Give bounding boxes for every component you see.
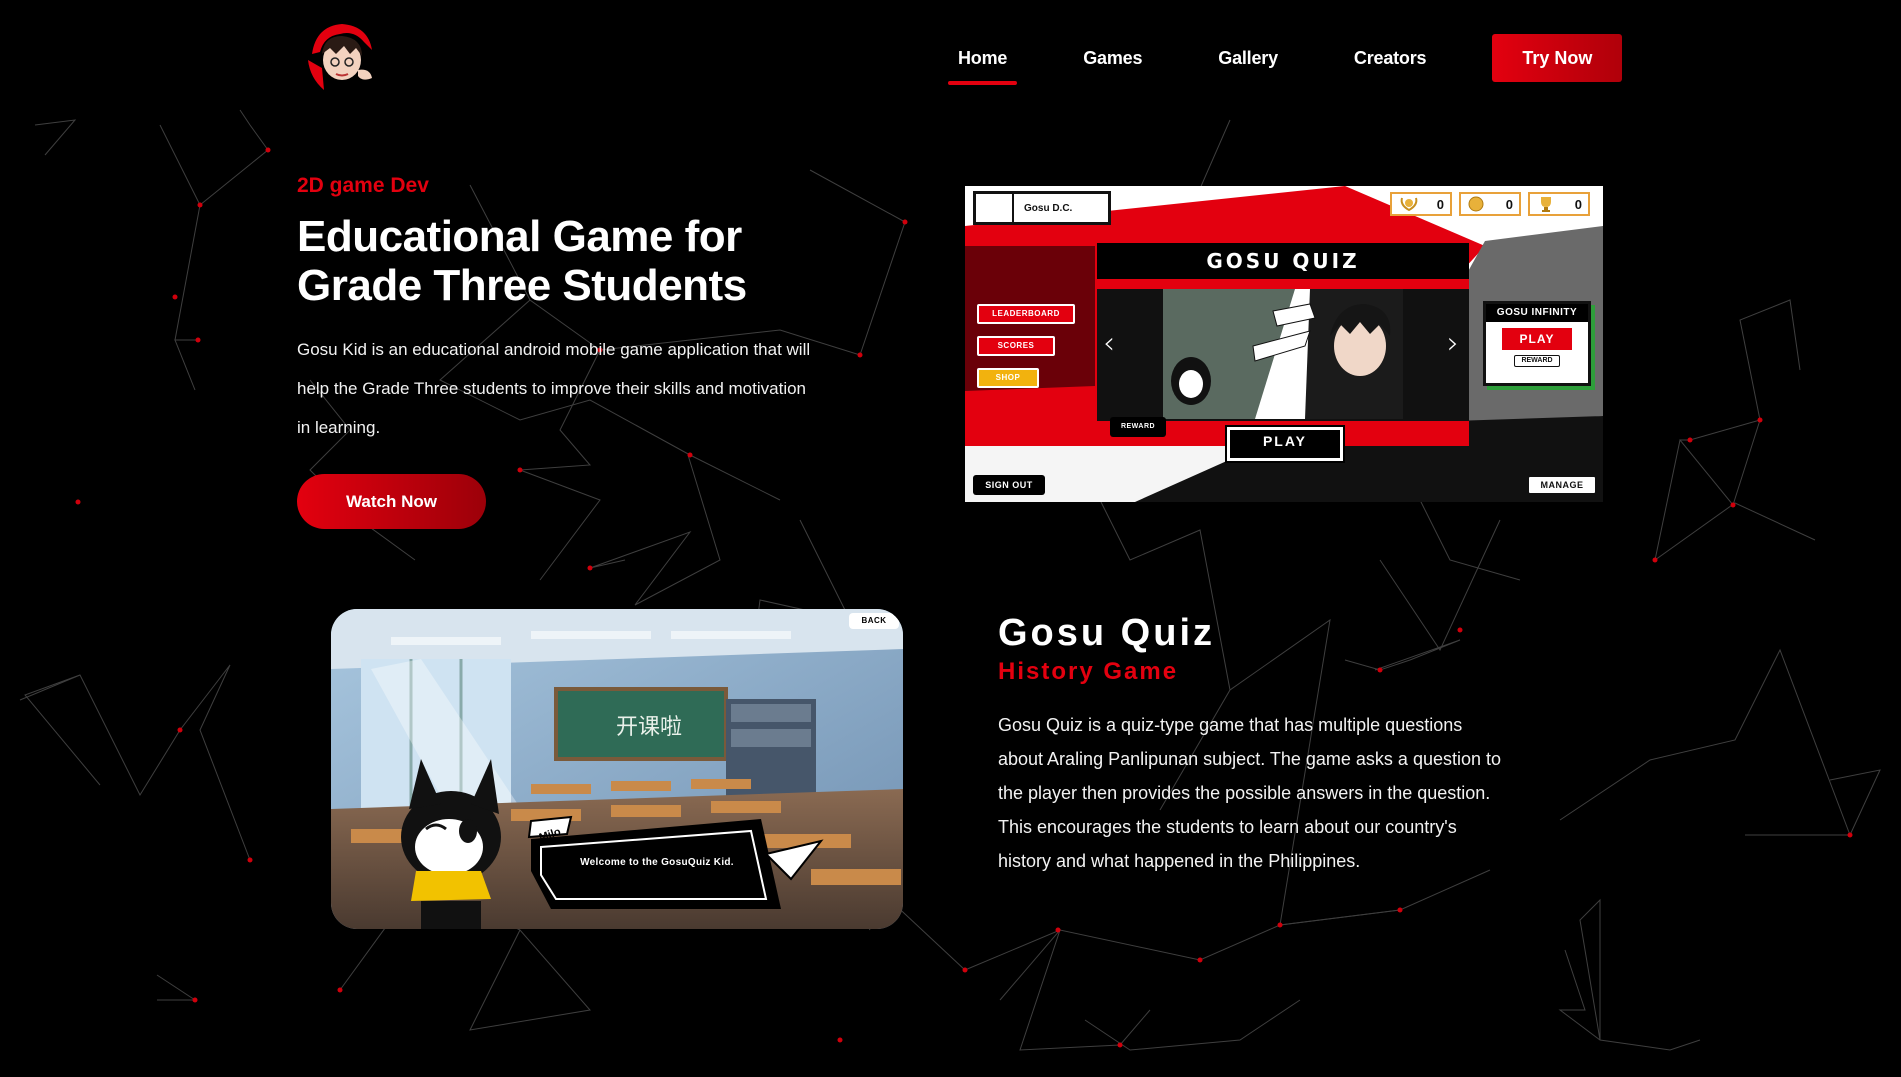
play-button[interactable]: PLAY: [1225, 425, 1345, 463]
hero-eyebrow: 2D game Dev: [297, 174, 429, 197]
quiz-subtitle: History Game: [998, 658, 1179, 685]
hero-title: Educational Game for Grade Three Student…: [297, 212, 747, 310]
hero-description: Gosu Kid is an educational android mobil…: [297, 340, 811, 437]
infinity-title: GOSU INFINITY: [1486, 304, 1588, 322]
game-screenshot: Gosu D.C. 0 0 0 GOSU QUIZ LEADERBOARD SC…: [965, 186, 1603, 502]
infinity-reward-button[interactable]: REWARD: [1514, 355, 1560, 367]
classroom-illustration: 开课啦: [331, 609, 903, 929]
stat-value: 0: [1574, 196, 1582, 212]
dialog-text: Welcome to the GosuQuiz Kid.: [580, 857, 734, 868]
trophy-cup-icon: [1541, 197, 1551, 212]
gosu-infinity-card: GOSU INFINITY PLAY REWARD: [1483, 301, 1591, 386]
stat-value: 0: [1505, 196, 1513, 212]
logo[interactable]: [302, 20, 380, 98]
nav-games[interactable]: Games: [1075, 38, 1150, 79]
reward-button[interactable]: REWARD: [1110, 417, 1166, 437]
next-arrow-icon[interactable]: ›: [1447, 326, 1459, 361]
nav-home[interactable]: Home: [947, 38, 1018, 85]
player-card[interactable]: Gosu D.C.: [973, 191, 1111, 225]
stat-trophy-cup: 0: [1528, 192, 1590, 216]
gosu-kid-logo-icon: [303, 21, 379, 97]
quiz-scene-image: 开课啦 BACK Milo Welcome to the GosuQuiz Ki: [331, 609, 903, 929]
nav-creators[interactable]: Creators: [1346, 38, 1434, 79]
player-name: Gosu D.C.: [1024, 202, 1073, 214]
main-nav: Home Games Gallery Creators Try Now: [947, 34, 1623, 85]
quiz-description: Gosu Quiz is a quiz-type game that has m…: [998, 715, 1502, 871]
trophy-wreath-icon: [1400, 197, 1418, 212]
nav-gallery[interactable]: Gallery: [1210, 38, 1286, 79]
scores-button[interactable]: SCORES: [977, 336, 1055, 356]
manage-button[interactable]: MANAGE: [1527, 475, 1597, 495]
leaderboard-button[interactable]: LEADERBOARD: [977, 304, 1075, 324]
stat-value: 0: [1436, 196, 1444, 212]
back-button[interactable]: BACK: [849, 613, 899, 629]
stat-trophy-wreath: 0: [1390, 192, 1452, 216]
try-now-button[interactable]: Try Now: [1492, 34, 1623, 82]
player-avatar: [976, 194, 1014, 222]
sign-out-button[interactable]: SIGN OUT: [973, 475, 1045, 495]
infinity-play-button[interactable]: PLAY: [1502, 328, 1572, 350]
svg-text:开课啦: 开课啦: [616, 715, 682, 740]
game-title: GOSU QUIZ: [1097, 243, 1469, 279]
coin-icon: [1468, 196, 1484, 212]
prev-arrow-icon[interactable]: ‹: [1103, 326, 1115, 361]
watch-now-button[interactable]: Watch Now: [297, 474, 486, 529]
background-network: [19, 109, 1881, 1051]
quiz-title: Gosu Quiz: [998, 612, 1215, 654]
stat-coin: 0: [1459, 192, 1521, 216]
shop-button[interactable]: SHOP: [977, 368, 1039, 388]
